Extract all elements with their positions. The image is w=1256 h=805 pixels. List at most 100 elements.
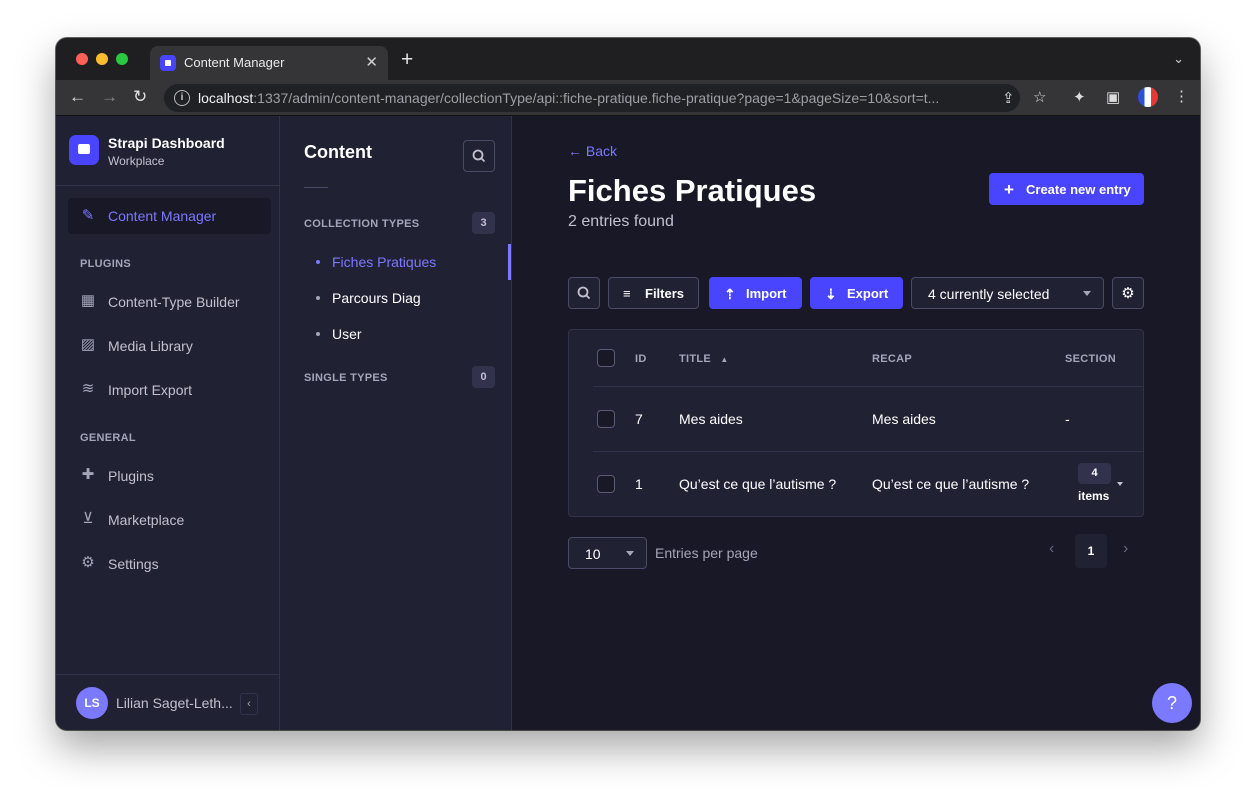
collection-types-count-badge: 3	[472, 212, 495, 234]
page-size-label: Entries per page	[655, 545, 758, 561]
search-icon	[472, 149, 486, 163]
reload-icon[interactable]: ↻	[133, 87, 147, 107]
new-tab-icon[interactable]: +	[401, 48, 413, 72]
filter-icon: ≡	[623, 286, 631, 301]
side-panel-icon[interactable]: ▣	[1106, 88, 1120, 106]
brand-header: Strapi Dashboard Workplace	[56, 116, 279, 186]
select-all-checkbox[interactable]	[597, 349, 615, 367]
sidebar-item-label: Content Manager	[108, 208, 217, 224]
row-checkbox[interactable]	[597, 475, 615, 493]
export-selection-select[interactable]: 4 currently selected	[911, 277, 1104, 309]
tab-bar: Content Manager ✕ + ⌄	[56, 38, 1200, 80]
brand-subtitle: Workplace	[108, 154, 165, 168]
puzzle-icon: ✚	[81, 466, 95, 483]
search-icon	[577, 286, 591, 300]
bullet-icon	[316, 296, 320, 300]
section-count-badge[interactable]: 4	[1078, 463, 1111, 484]
subnav-item-parcours-diag[interactable]: Parcours Diag	[332, 290, 421, 306]
previous-page-icon[interactable]: ‹	[1049, 540, 1054, 558]
cell-recap[interactable]: Mes aides	[872, 411, 936, 427]
download-icon: ⇣	[825, 286, 837, 302]
cell-section[interactable]: -	[1065, 411, 1070, 427]
address-bar[interactable]: i localhost:1337/admin/content-manager/c…	[164, 84, 1020, 112]
cell-recap[interactable]: Qu’est ce que l’autisme ?	[872, 476, 1029, 492]
table-settings-button[interactable]: ⚙	[1112, 277, 1144, 309]
extensions-puzzle-icon[interactable]: ✦	[1073, 88, 1086, 106]
minimize-window-button[interactable]	[96, 53, 108, 65]
entries-table: ID TITLE ▲ RECAP SECTION 7 Mes aides Mes…	[568, 329, 1144, 517]
bookmark-star-icon[interactable]: ☆	[1033, 88, 1046, 106]
browser-menu-icon[interactable]: ⋮	[1174, 87, 1189, 105]
back-arrow-icon[interactable]: ←	[69, 87, 86, 107]
content-subnav: Content COLLECTION TYPES 3 Fiches Pratiq…	[280, 116, 512, 730]
sidebar-item-import-export[interactable]: Import Export	[108, 382, 192, 398]
tab-title: Content Manager	[184, 55, 285, 70]
current-page-button[interactable]: 1	[1075, 534, 1107, 568]
chevron-down-icon	[1083, 291, 1091, 296]
help-button[interactable]: ?	[1152, 683, 1192, 723]
avatar[interactable]: LS	[76, 687, 108, 719]
sort-up-icon: ▲	[720, 355, 729, 364]
single-types-count-badge: 0	[472, 366, 495, 388]
export-button[interactable]: ⇣ Export	[810, 277, 903, 309]
user-footer: LS Lilian Saget-Leth... ‹	[56, 674, 279, 730]
search-button[interactable]	[568, 277, 600, 309]
site-info-icon[interactable]: i	[174, 90, 190, 106]
tab-close-icon[interactable]: ✕	[365, 53, 378, 71]
close-window-button[interactable]	[76, 53, 88, 65]
forward-arrow-icon[interactable]: →	[101, 87, 118, 107]
share-icon[interactable]: ⇪	[1002, 89, 1015, 107]
plugins-section-header: PLUGINS	[80, 258, 131, 270]
url-text: localhost:1337/admin/content-manager/col…	[198, 90, 940, 106]
divider	[593, 386, 1143, 387]
subnav-title: Content	[304, 142, 372, 162]
sidebar-item-media-library[interactable]: Media Library	[108, 338, 193, 354]
cell-id[interactable]: 7	[635, 411, 643, 427]
import-button[interactable]: ⇡ Import	[709, 277, 802, 309]
chevron-down-icon[interactable]	[1117, 482, 1123, 486]
cell-title[interactable]: Mes aides	[679, 411, 743, 427]
collapse-sidebar-button[interactable]: ‹	[240, 693, 258, 715]
page-size-select[interactable]: 10	[568, 537, 647, 569]
sidebar-item-content-manager[interactable]: ✎ Content Manager	[68, 198, 271, 234]
subnav-item-fiches-pratiques[interactable]: Fiches Pratiques	[332, 254, 436, 270]
row-checkbox[interactable]	[597, 410, 615, 428]
sidebar-item-marketplace[interactable]: Marketplace	[108, 512, 184, 528]
entries-count: 2 entries found	[568, 213, 674, 230]
column-header-id[interactable]: ID	[635, 353, 647, 365]
strapi-app: Strapi Dashboard Workplace ✎ Content Man…	[56, 116, 1200, 730]
sidebar-item-content-type-builder[interactable]: Content-Type Builder	[108, 294, 240, 310]
subnav-item-user[interactable]: User	[332, 326, 362, 342]
feather-icon: ✎	[81, 207, 95, 224]
back-link[interactable]: ← Back	[568, 143, 617, 159]
user-name[interactable]: Lilian Saget-Leth...	[116, 695, 233, 711]
single-types-header[interactable]: SINGLE TYPES	[304, 372, 388, 384]
collection-types-header[interactable]: COLLECTION TYPES	[304, 218, 419, 230]
cell-id[interactable]: 1	[635, 476, 643, 492]
divider	[304, 187, 328, 188]
section-items-label: items	[1078, 489, 1110, 503]
column-header-title[interactable]: TITLE ▲	[679, 353, 729, 365]
plus-icon: +	[1004, 180, 1014, 199]
sidebar-item-settings[interactable]: Settings	[108, 556, 159, 572]
create-new-entry-button[interactable]: + Create new entry	[989, 173, 1144, 205]
column-header-recap[interactable]: RECAP	[872, 353, 912, 365]
divider	[593, 451, 1143, 452]
chevron-down-icon	[626, 551, 634, 556]
subnav-search-button[interactable]	[463, 140, 495, 172]
browser-tab[interactable]: Content Manager ✕	[150, 46, 388, 80]
tab-list-chevron-icon[interactable]: ⌄	[1173, 51, 1184, 67]
cell-title[interactable]: Qu’est ce que l’autisme ?	[679, 476, 836, 492]
browser-toolbar: ← → ↻ i localhost:1337/admin/content-man…	[56, 80, 1200, 116]
main-sidebar: Strapi Dashboard Workplace ✎ Content Man…	[56, 116, 280, 730]
column-header-section[interactable]: SECTION	[1065, 353, 1116, 365]
next-page-icon[interactable]: ›	[1123, 540, 1128, 558]
sidebar-item-plugins[interactable]: Plugins	[108, 468, 154, 484]
cart-icon: ⊻	[82, 510, 94, 527]
profile-avatar-icon[interactable]	[1138, 87, 1158, 107]
filters-button[interactable]: ≡ Filters	[608, 277, 699, 309]
page-size-value: 10	[585, 546, 601, 562]
upload-icon: ⇡	[724, 286, 736, 302]
bullet-icon	[316, 260, 320, 264]
zoom-window-button[interactable]	[116, 53, 128, 65]
